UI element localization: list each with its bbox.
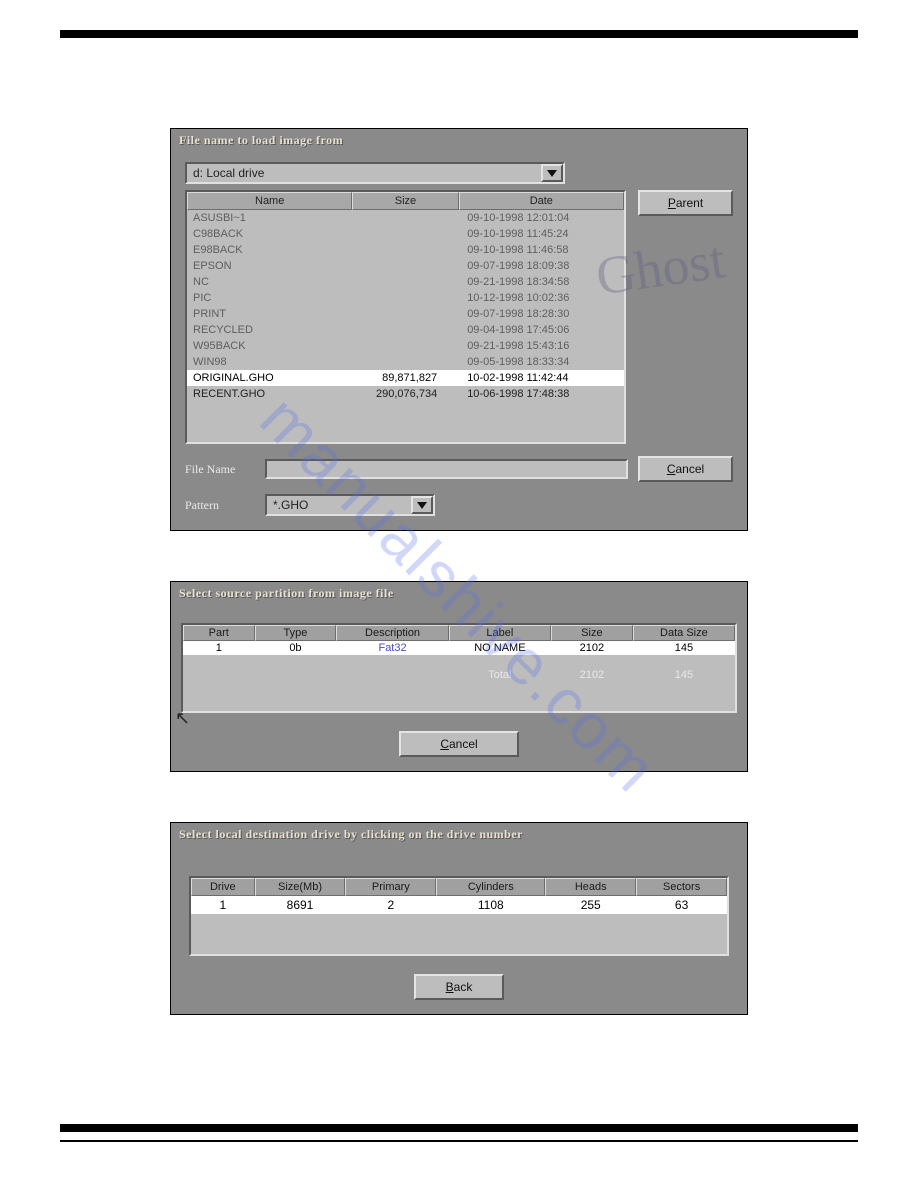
filename-label: File Name bbox=[185, 462, 255, 477]
pcol-desc: Description bbox=[336, 625, 448, 641]
destination-drive-dialog: Select local destination drive by clicki… bbox=[170, 822, 748, 1015]
col-name[interactable]: Name bbox=[187, 192, 352, 210]
pcol-type: Type bbox=[255, 625, 337, 641]
file-row[interactable]: WIN9809-05-1998 18:33:34 bbox=[187, 354, 624, 370]
chevron-down-icon bbox=[417, 502, 427, 509]
dcol-heads: Heads bbox=[545, 878, 636, 896]
back-button[interactable]: Back bbox=[414, 974, 504, 1000]
dcol-size: Size(Mb) bbox=[255, 878, 346, 896]
dcol-cyl: Cylinders bbox=[436, 878, 545, 896]
file-row[interactable]: ASUSBI~109-10-1998 12:01:04 bbox=[187, 210, 624, 226]
content-area: File name to load image from Ghost d: Lo… bbox=[60, 38, 858, 1045]
cursor-icon: ↖ bbox=[175, 708, 190, 729]
cancel-button[interactable]: Cancel bbox=[638, 456, 733, 482]
file-row[interactable]: PRINT09-07-1998 18:28:30 bbox=[187, 306, 624, 322]
partition-row[interactable]: 1 0b Fat32 NO NAME 2102 145 bbox=[183, 641, 735, 655]
file-row[interactable]: NC09-21-1998 18:34:58 bbox=[187, 274, 624, 290]
file-row[interactable]: RECYCLED09-04-1998 17:45:06 bbox=[187, 322, 624, 338]
filename-input[interactable] bbox=[265, 459, 628, 479]
drive-header: Drive Size(Mb) Primary Cylinders Heads S… bbox=[191, 878, 727, 896]
pcol-data: Data Size bbox=[633, 625, 735, 641]
file-row[interactable]: E98BACK09-10-1998 11:46:58 bbox=[187, 242, 624, 258]
file-load-dialog-title: File name to load image from bbox=[171, 129, 747, 152]
pcol-label: Label bbox=[449, 625, 551, 641]
partition-total-row: Total 2102 145 bbox=[183, 669, 735, 681]
file-row[interactable]: RECENT.GHO290,076,73410-06-1998 17:48:38 bbox=[187, 386, 624, 402]
bottom-divider-thin bbox=[60, 1140, 858, 1142]
chevron-down-icon bbox=[547, 170, 557, 177]
file-rows: ASUSBI~109-10-1998 12:01:04C98BACK09-10-… bbox=[187, 210, 624, 442]
drive-dropdown-button[interactable] bbox=[541, 164, 563, 182]
file-load-dialog: File name to load image from Ghost d: Lo… bbox=[170, 128, 748, 531]
pattern-dropdown-button[interactable] bbox=[411, 496, 433, 514]
pattern-label: Pattern bbox=[185, 498, 255, 513]
dcol-primary: Primary bbox=[345, 878, 436, 896]
partition-cancel-button[interactable]: Cancel bbox=[399, 731, 519, 757]
pcol-size: Size bbox=[551, 625, 633, 641]
file-list-header: Name Size Date bbox=[187, 192, 624, 210]
dcol-sectors: Sectors bbox=[636, 878, 727, 896]
col-size[interactable]: Size bbox=[352, 192, 458, 210]
file-row[interactable]: EPSON09-07-1998 18:09:38 bbox=[187, 258, 624, 274]
file-row[interactable]: W95BACK09-21-1998 15:43:16 bbox=[187, 338, 624, 354]
partition-table: Part Type Description Label Size Data Si… bbox=[181, 623, 737, 713]
source-partition-title: Select source partition from image file bbox=[171, 582, 747, 605]
page-frame: File name to load image from Ghost d: Lo… bbox=[60, 30, 858, 1148]
file-row[interactable]: ORIGINAL.GHO89,871,82710-02-1998 11:42:4… bbox=[187, 370, 624, 386]
file-list-panel: Name Size Date ASUSBI~109-10-1998 12:01:… bbox=[185, 190, 626, 444]
bottom-divider-thick bbox=[60, 1124, 858, 1132]
top-divider bbox=[60, 30, 858, 38]
drive-dropdown-value: d: Local drive bbox=[187, 164, 541, 182]
pattern-value: *.GHO bbox=[267, 496, 411, 514]
source-partition-dialog: Select source partition from image file … bbox=[170, 581, 748, 772]
file-row[interactable]: PIC10-12-1998 10:02:36 bbox=[187, 290, 624, 306]
file-row[interactable]: C98BACK09-10-1998 11:45:24 bbox=[187, 226, 624, 242]
pattern-dropdown[interactable]: *.GHO bbox=[265, 494, 435, 516]
file-side-buttons: Parent bbox=[638, 190, 733, 216]
pcol-part: Part bbox=[183, 625, 255, 641]
drive-table: Drive Size(Mb) Primary Cylinders Heads S… bbox=[189, 876, 729, 956]
partition-header: Part Type Description Label Size Data Si… bbox=[183, 625, 735, 641]
col-date[interactable]: Date bbox=[459, 192, 624, 210]
drive-row[interactable]: 1 8691 2 1108 255 63 bbox=[191, 896, 727, 914]
drive-dropdown[interactable]: d: Local drive bbox=[185, 162, 565, 184]
dcol-drive: Drive bbox=[191, 878, 255, 896]
destination-drive-title: Select local destination drive by clicki… bbox=[171, 823, 747, 846]
parent-button[interactable]: Parent bbox=[638, 190, 733, 216]
